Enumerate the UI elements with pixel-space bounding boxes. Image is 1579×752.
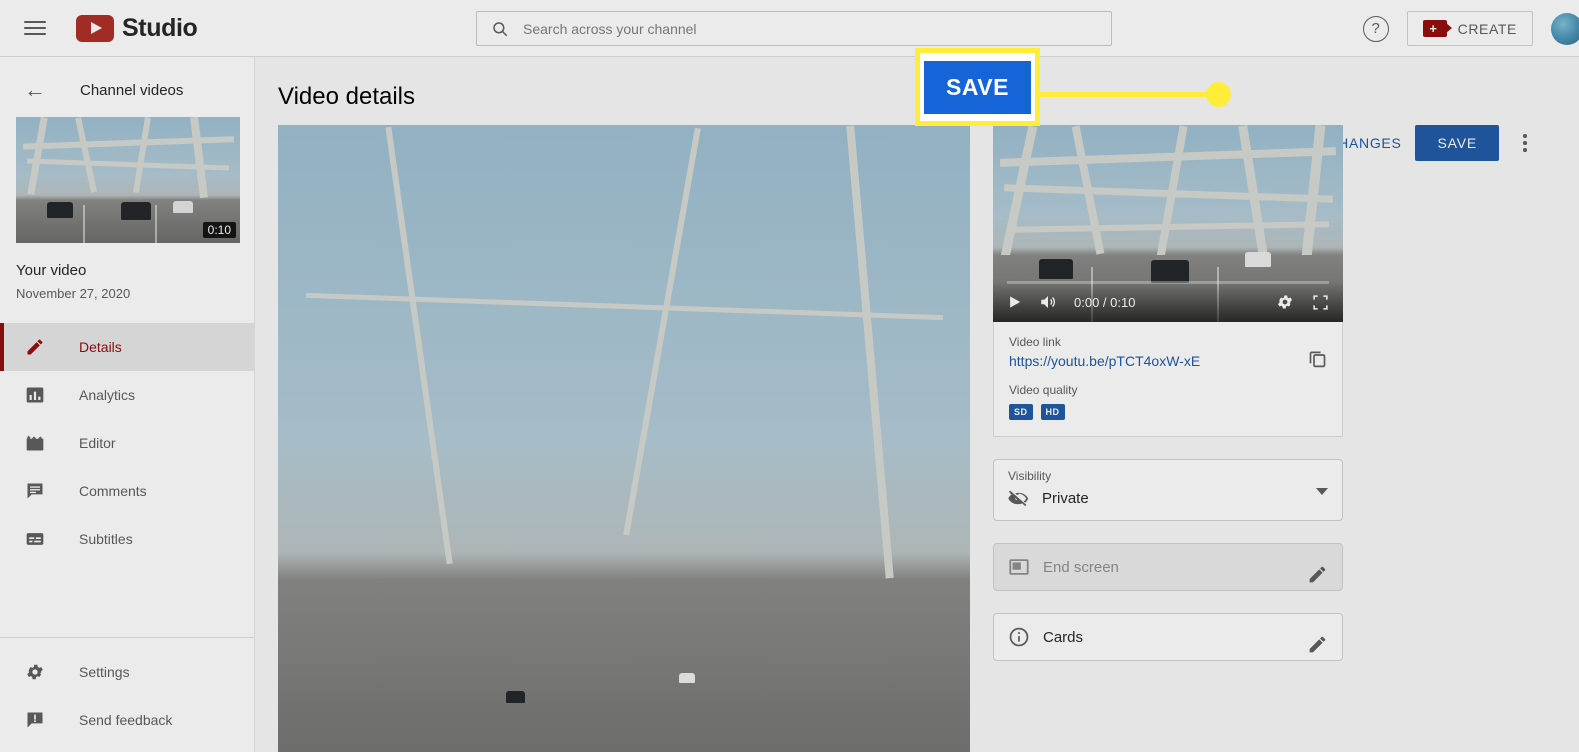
end-screen-icon: [1009, 559, 1029, 575]
sidebar-bottom-nav: Settings Send feedback: [0, 622, 254, 744]
quality-badge-hd: HD: [1040, 404, 1065, 420]
comment-icon: [24, 481, 45, 502]
channel-videos-label[interactable]: Channel videos: [80, 82, 183, 99]
video-link[interactable]: https://youtu.be/pTCT4oxW-xE: [1009, 353, 1327, 369]
app-header: Studio ? + CREATE: [0, 0, 1579, 57]
sidebar-item-send-feedback[interactable]: Send feedback: [0, 696, 254, 744]
quality-badge-sd: SD: [1009, 404, 1033, 420]
sidebar-header: ← Channel videos: [0, 57, 254, 117]
video-player[interactable]: 0:00 / 0:10: [993, 125, 1343, 322]
thumbnail-options: Upload thumbnail: [278, 125, 970, 752]
sidebar-item-label: Details: [79, 339, 122, 355]
sidebar-video-date: November 27, 2020: [16, 286, 131, 301]
search-input[interactable]: [523, 20, 1097, 37]
search-icon: [493, 21, 508, 36]
sidebar-item-label: Analytics: [79, 387, 136, 403]
right-panel: 0:00 / 0:10 Video link https://youtu.be/…: [993, 125, 1343, 661]
search-bar[interactable]: [476, 11, 1112, 46]
sidebar-item-label: Editor: [79, 435, 116, 451]
bridge-image: [278, 125, 970, 752]
create-button[interactable]: + CREATE: [1406, 11, 1533, 46]
help-icon[interactable]: ?: [1362, 15, 1389, 42]
sidebar-nav: Details Analytics Editor Comments Subtit…: [0, 323, 254, 563]
gear-icon[interactable]: [1276, 293, 1294, 311]
sidebar-item-subtitles[interactable]: Subtitles: [0, 515, 254, 563]
pencil-icon: [24, 337, 45, 358]
back-arrow-icon[interactable]: ←: [24, 79, 46, 101]
clapperboard-icon: [24, 433, 45, 454]
volume-icon[interactable]: [1038, 293, 1058, 311]
page-title: Video details: [278, 83, 415, 110]
callout-target-dot: [1206, 82, 1231, 107]
sidebar-video-title: Your video: [16, 262, 87, 279]
studio-logo[interactable]: Studio: [76, 13, 198, 43]
player-controls: 0:00 / 0:10: [993, 282, 1343, 322]
sidebar-divider: [0, 637, 254, 638]
visibility-value: Private: [1042, 490, 1089, 507]
avatar[interactable]: [1551, 12, 1579, 45]
sidebar-item-editor[interactable]: Editor: [0, 419, 254, 467]
visibility-value-row: Private: [1008, 488, 1328, 509]
player-right-controls: [1276, 293, 1329, 311]
youtube-studio-video-details-page: Studio ? + CREATE ← Channel videos: [0, 0, 1579, 752]
header-actions: ? + CREATE: [1362, 0, 1579, 57]
end-screen-label: End screen: [1043, 558, 1119, 576]
cards-row: Cards: [1008, 626, 1083, 648]
youtube-logo-icon: [76, 14, 114, 42]
main-content: Video details UNDO CHANGES SAVE Title (r…: [255, 57, 1579, 752]
brand-label: Studio: [122, 13, 198, 42]
video-quality-label: Video quality: [1009, 383, 1078, 397]
sidebar-item-label: Send feedback: [79, 712, 173, 728]
save-button-callout: SAVE: [915, 48, 1040, 126]
visibility-label: Visibility: [1008, 469, 1052, 483]
duration-badge: 0:10: [202, 222, 236, 238]
sidebar-item-settings[interactable]: Settings: [0, 648, 254, 696]
sidebar-item-comments[interactable]: Comments: [0, 467, 254, 515]
quality-badges: SD HD: [1009, 404, 1327, 420]
auto-thumbnail-3[interactable]: [278, 125, 970, 752]
hamburger-icon[interactable]: [24, 16, 48, 40]
save-button[interactable]: SAVE: [1415, 125, 1499, 161]
bar-chart-icon: [24, 385, 45, 406]
cards-label: Cards: [1043, 628, 1084, 646]
sidebar-item-analytics[interactable]: Analytics: [0, 371, 254, 419]
kebab-menu-icon[interactable]: [1513, 128, 1537, 158]
sidebar-video-thumbnail[interactable]: 0:10: [16, 117, 240, 243]
sidebar-item-label: Subtitles: [79, 531, 133, 547]
play-icon[interactable]: [1007, 294, 1022, 310]
sidebar-item-label: Settings: [79, 664, 130, 680]
video-link-label: Video link: [1009, 335, 1061, 349]
video-info-box: Video link https://youtu.be/pTCT4oxW-xE …: [993, 322, 1343, 437]
cards-card[interactable]: Cards: [993, 613, 1343, 661]
sidebar: ← Channel videos 0:10 Your video Novembe…: [0, 57, 255, 752]
pencil-icon[interactable]: [1307, 564, 1328, 585]
gear-icon: [24, 662, 45, 683]
sidebar-item-details[interactable]: Details: [0, 323, 254, 371]
end-screen-row: End screen: [1008, 556, 1119, 578]
copy-icon[interactable]: [1307, 348, 1328, 369]
create-label: CREATE: [1457, 20, 1517, 37]
feedback-icon: [24, 710, 45, 731]
details-form: Title (required) ? Traveling Description…: [278, 125, 970, 752]
video-camera-icon: +: [1422, 20, 1452, 37]
pencil-icon[interactable]: [1307, 634, 1328, 655]
callout-leader-line: [1040, 92, 1222, 97]
sidebar-item-label: Comments: [79, 483, 147, 499]
callout-save-button[interactable]: SAVE: [924, 60, 1031, 114]
visibility-card[interactable]: Visibility Private: [993, 459, 1343, 521]
subtitles-icon: [24, 529, 45, 550]
fullscreen-icon[interactable]: [1312, 294, 1329, 311]
end-screen-card[interactable]: End screen: [993, 543, 1343, 591]
eye-off-icon: [1008, 490, 1029, 507]
info-icon: [1009, 627, 1029, 647]
chevron-down-icon[interactable]: [1316, 488, 1328, 495]
player-time: 0:00 / 0:10: [1074, 294, 1136, 310]
